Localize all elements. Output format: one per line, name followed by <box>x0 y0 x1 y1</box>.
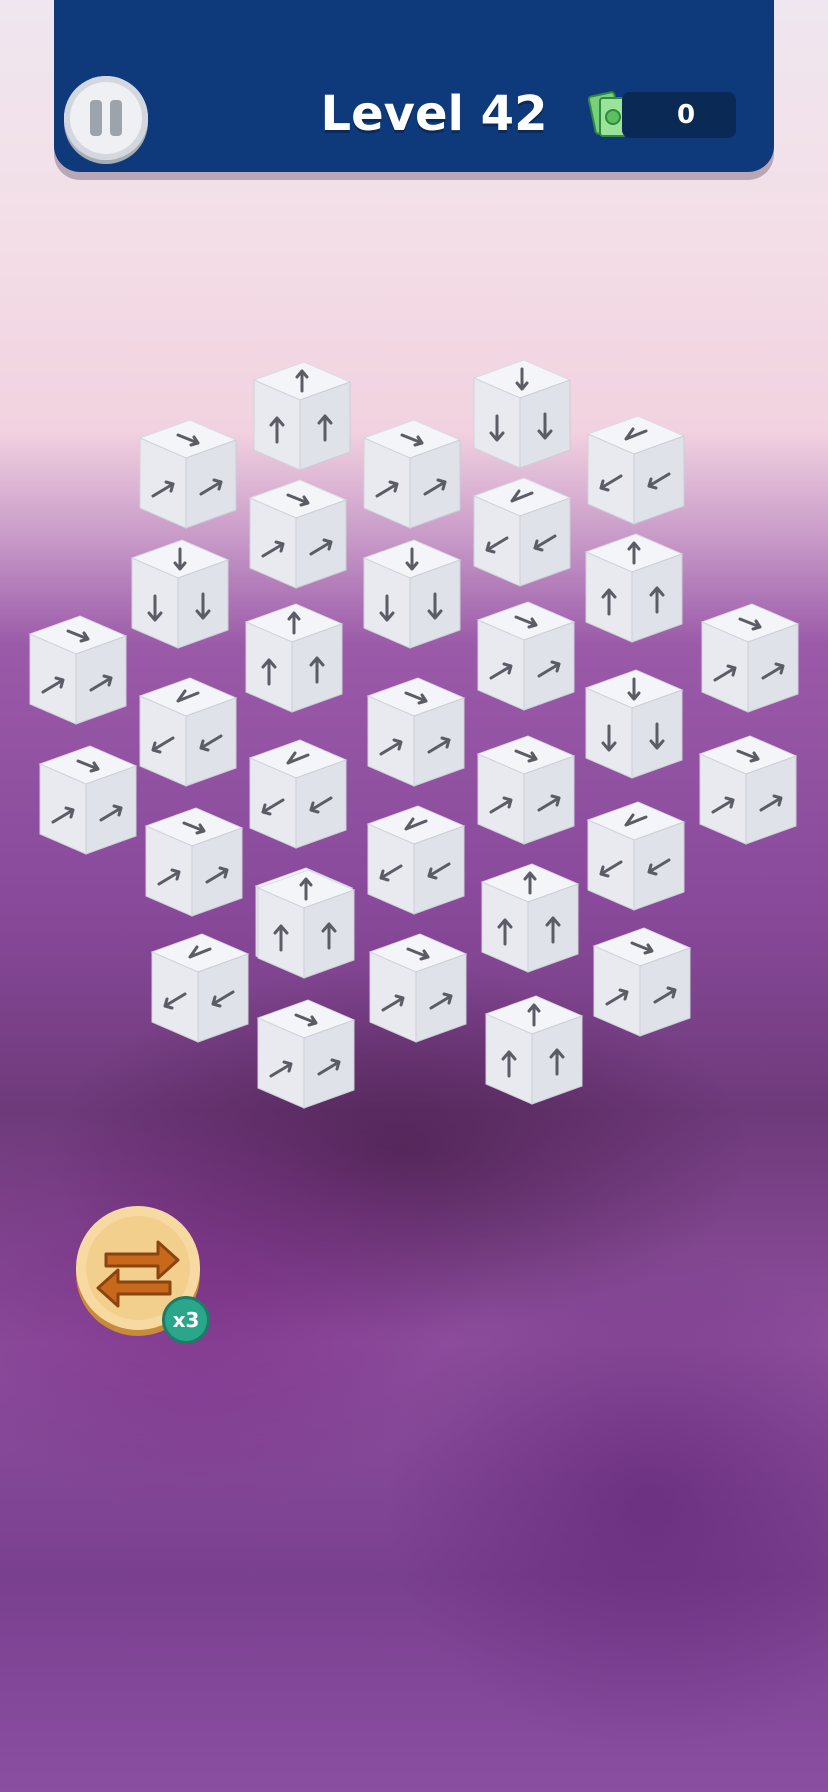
arrow-cube[interactable] <box>470 596 580 714</box>
arrow-cube[interactable] <box>22 610 132 728</box>
arrow-cube[interactable] <box>580 796 690 914</box>
arrow-cube[interactable] <box>478 990 588 1108</box>
arrow-cube[interactable] <box>138 802 248 920</box>
arrow-cube[interactable] <box>362 928 472 1046</box>
arrow-cube[interactable] <box>32 740 142 858</box>
arrow-cube[interactable] <box>132 672 242 790</box>
cash-counter: 0 <box>622 92 736 138</box>
arrow-cube[interactable] <box>242 734 352 852</box>
arrow-cube[interactable] <box>586 922 696 1040</box>
arrow-cube[interactable] <box>250 864 360 982</box>
top-bar: Level 42 0 <box>54 0 774 172</box>
pause-icon <box>90 100 102 136</box>
arrow-cube[interactable] <box>356 414 466 532</box>
powerup-count-badge: x3 <box>162 1296 210 1344</box>
arrow-cube[interactable] <box>242 474 352 592</box>
pause-button[interactable] <box>64 76 148 160</box>
arrow-cube[interactable] <box>474 858 584 976</box>
arrow-cube[interactable] <box>694 598 804 716</box>
arrow-cube[interactable] <box>466 472 576 590</box>
level-title: Level 42 <box>320 86 548 142</box>
arrow-cube[interactable] <box>578 664 688 782</box>
arrow-cube[interactable] <box>470 730 580 848</box>
arrow-cube[interactable] <box>466 354 576 472</box>
arrow-cube[interactable] <box>124 534 234 652</box>
arrow-cube[interactable] <box>580 410 690 528</box>
arrow-cube[interactable] <box>360 800 470 918</box>
arrow-cube[interactable] <box>238 598 348 716</box>
arrow-cube[interactable] <box>246 356 356 474</box>
arrow-cube[interactable] <box>360 672 470 790</box>
arrow-cube[interactable] <box>144 928 254 1046</box>
arrow-cube[interactable] <box>692 730 802 848</box>
arrow-cube[interactable] <box>250 994 360 1112</box>
arrow-cube[interactable] <box>132 414 242 532</box>
arrow-cube[interactable] <box>356 534 466 652</box>
arrow-cube[interactable] <box>578 528 688 646</box>
cash-value: 0 <box>676 100 696 130</box>
